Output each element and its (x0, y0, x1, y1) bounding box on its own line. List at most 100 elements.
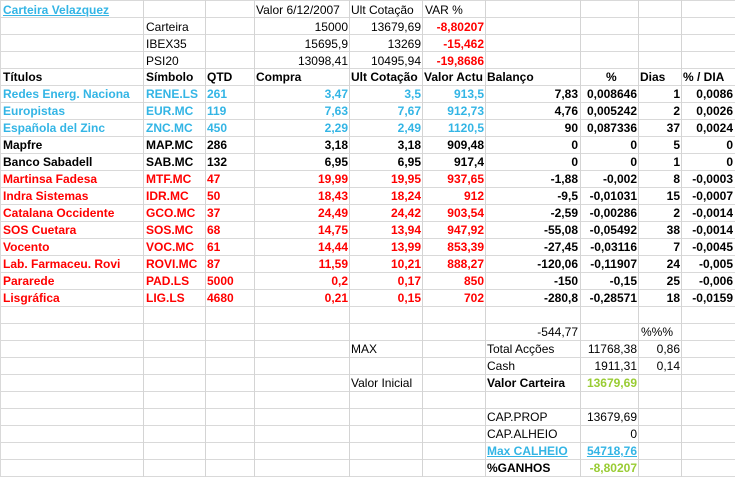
cell-balanco: -1,88 (550, 172, 578, 186)
max-calheio-value[interactable]: 54718,76 (581, 443, 637, 460)
ganhos-value: -8,80207 (589, 461, 637, 475)
cell-qtd: 37 (207, 206, 221, 220)
cell-qtd: 4680 (207, 291, 234, 305)
cell-compra: 3,18 (324, 138, 348, 152)
cell-compra: 14,44 (317, 240, 348, 254)
cell-compra: 3,47 (324, 87, 348, 101)
summary-valor: 15000 (314, 20, 348, 34)
cell-dias: 25 (666, 274, 680, 288)
cell-dias: 5 (673, 138, 680, 152)
cell-titulo: Catalana Occidente (3, 206, 115, 220)
cap-alheio-label: CAP.ALHEIO (487, 427, 558, 441)
cell-compra: 14,75 (317, 223, 348, 237)
cell-simbolo: MTF.MC (146, 172, 192, 186)
cell-ult: 3,18 (397, 138, 421, 152)
summary-header-ult: Ult Cotação (351, 3, 414, 17)
cell-pctdia: 0,0024 (696, 121, 733, 135)
cell-titulo: Vocento (3, 240, 50, 254)
grid-column-line (205, 0, 206, 477)
spreadsheet-grid[interactable]: Carteira Velazquez Valor 6/12/2007 Ult C… (0, 0, 735, 477)
cell-balanco: 90 (564, 121, 578, 135)
cell-ult: 18,24 (390, 189, 421, 203)
grid-column-line (143, 0, 144, 477)
cell-compra: 0,21 (324, 291, 348, 305)
summary-header-valor: Valor 6/12/2007 (256, 3, 340, 17)
cap-alheio-value: 0 (630, 427, 637, 441)
cell-qtd: 286 (207, 138, 228, 152)
column-header: Valor Actu (424, 70, 483, 84)
cell-qtd: 132 (207, 155, 228, 169)
balanco-total: -544,77 (537, 325, 578, 339)
valor-carteira-label: Valor Carteira (487, 376, 566, 390)
grid-column-line (349, 0, 350, 477)
cell-pctdia: -0,0014 (692, 223, 733, 237)
cell-simbolo: PAD.LS (146, 274, 190, 288)
max-calheio-link[interactable]: Max CALHEIO (487, 443, 579, 460)
cell-qtd: 119 (207, 104, 227, 118)
grid-column-line (254, 0, 255, 477)
cell-titulo: Redes Energ. Naciona (3, 87, 130, 101)
cell-titulo: Martinsa Fadesa (3, 172, 98, 186)
total-accoes-pct: 0,86 (656, 342, 680, 356)
sheet-title[interactable]: Carteira Velazquez (3, 2, 143, 19)
cell-dias: 1 (673, 155, 680, 169)
max-label: MAX (351, 342, 378, 356)
cell-balanco: -55,08 (543, 223, 578, 237)
cell-qtd: 47 (207, 172, 221, 186)
cell-pctdia: 0,0026 (696, 104, 733, 118)
cell-pctdia: 0 (726, 155, 733, 169)
cell-titulo: Indra Sistemas (3, 189, 89, 203)
column-header: Compra (256, 70, 302, 84)
cap-prop-value: 13679,69 (586, 410, 637, 424)
cell-valor: 853,39 (447, 240, 484, 254)
column-header: % / DIA (683, 70, 725, 84)
column-header: Ult Cotação (351, 70, 418, 84)
cell-pctdia: -0,005 (698, 257, 733, 271)
cell-titulo: Banco Sabadell (3, 155, 93, 169)
grid-column-line (638, 0, 639, 477)
cell-valor: 947,92 (447, 223, 484, 237)
cell-valor: 888,27 (447, 257, 484, 271)
cell-balanco: -120,06 (537, 257, 578, 271)
cell-ult: 3,5 (404, 87, 421, 101)
cell-compra: 19,99 (317, 172, 348, 186)
column-header: Balanço (487, 70, 534, 84)
cell-simbolo: RENE.LS (146, 87, 199, 101)
cell-pct: -0,28571 (589, 291, 637, 305)
cell-pct: 0 (630, 155, 637, 169)
summary-valor: 13098,41 (297, 54, 348, 68)
cell-dias: 1 (673, 87, 680, 101)
cell-compra: 0,2 (331, 274, 348, 288)
cell-valor: 702 (463, 291, 484, 305)
cell-ult: 2,49 (397, 121, 421, 135)
valor-inicial-label: Valor Inicial (351, 376, 413, 390)
cell-ult: 13,94 (390, 223, 421, 237)
grid-column-line (681, 0, 682, 477)
cell-titulo: Pararede (3, 274, 55, 288)
ganhos-label: %GANHOS (487, 461, 551, 475)
pct-header: %%% (641, 325, 674, 339)
cell-ult: 0,15 (397, 291, 421, 305)
cell-ult: 10,21 (390, 257, 421, 271)
cell-balanco: -2,59 (550, 206, 578, 220)
summary-var: -15,462 (443, 37, 484, 51)
cell-ult: 24,42 (390, 206, 421, 220)
cell-ult: 7,67 (397, 104, 421, 118)
cell-pct: -0,15 (609, 274, 637, 288)
grid-column-line (580, 0, 581, 477)
cell-titulo: Lab. Farmaceu. Rovi (3, 257, 121, 271)
cell-balanco: -150 (553, 274, 578, 288)
cell-compra: 7,63 (324, 104, 348, 118)
total-accoes-label: Total Acções (487, 342, 555, 356)
total-accoes-value: 11768,38 (587, 342, 637, 356)
cell-pct: -0,05492 (589, 223, 637, 237)
cell-valor: 903,54 (447, 206, 484, 220)
cap-prop-label: CAP.PROP (487, 410, 548, 424)
cell-simbolo: VOC.MC (146, 240, 194, 254)
cell-compra: 11,59 (318, 257, 348, 271)
cell-valor: 1120,5 (447, 121, 484, 135)
cell-dias: 2 (673, 104, 680, 118)
cell-simbolo: SOS.MC (146, 223, 194, 237)
cell-ult: 0,17 (397, 274, 421, 288)
cell-titulo: Mapfre (3, 138, 43, 152)
